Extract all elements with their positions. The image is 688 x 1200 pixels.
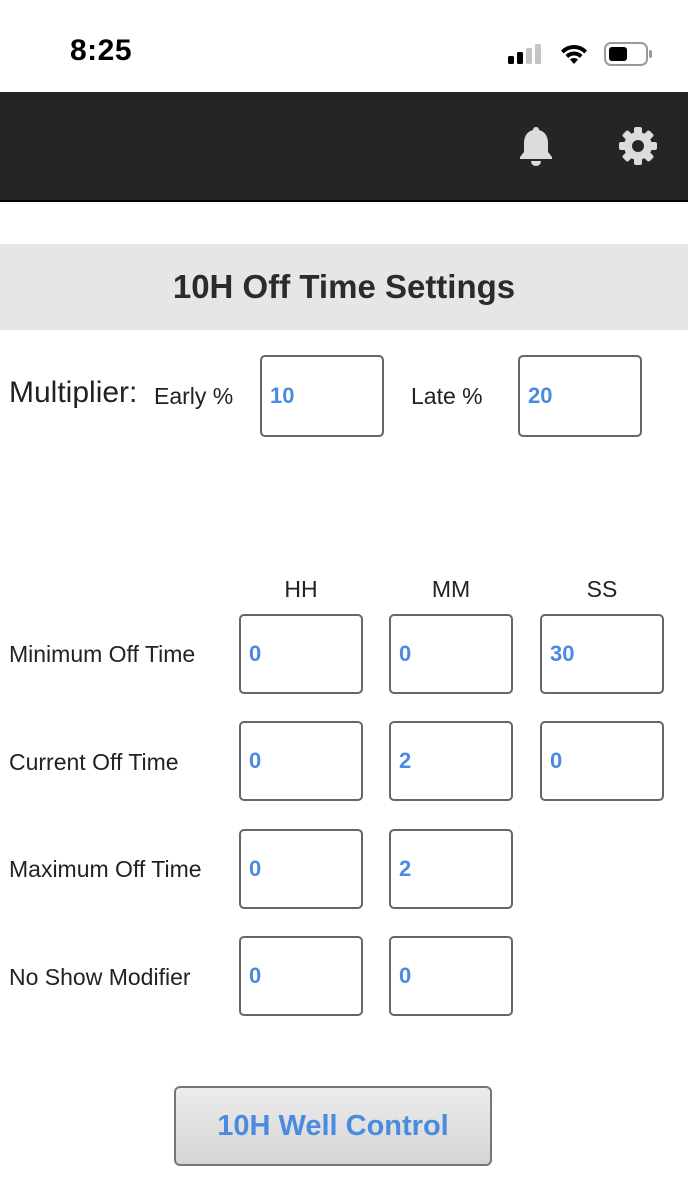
current-off-time-label: Current Off Time [9,749,179,775]
early-percent-input[interactable] [260,355,384,437]
no-show-modifier-mm-input[interactable] [389,936,513,1016]
cellular-signal-icon [508,42,544,66]
column-header-mm: MM [431,576,471,602]
early-percent-label: Early % [154,383,234,409]
multiplier-label: Multiplier: [9,376,138,409]
wifi-icon [558,42,590,66]
no-show-modifier-label: No Show Modifier [9,964,191,990]
status-icons [508,38,654,70]
status-bar: 8:25 [0,0,688,92]
well-control-button[interactable]: 10H Well Control [174,1086,492,1166]
bell-icon[interactable] [514,124,558,168]
current-off-time-ss-input[interactable] [540,721,664,801]
late-percent-label: Late % [411,383,483,409]
maximum-off-time-hh-input[interactable] [239,829,363,909]
title-band: 10H Off Time Settings [0,244,688,330]
minimum-off-time-hh-input[interactable] [239,614,363,694]
late-percent-input[interactable] [518,355,642,437]
status-time: 8:25 [70,34,133,67]
gear-icon[interactable] [616,124,660,168]
maximum-off-time-mm-input[interactable] [389,829,513,909]
battery-icon [604,41,654,67]
column-header-hh: HH [284,576,318,602]
minimum-off-time-label: Minimum Off Time [9,641,196,667]
current-off-time-mm-input[interactable] [389,721,513,801]
minimum-off-time-mm-input[interactable] [389,614,513,694]
minimum-off-time-ss-input[interactable] [540,614,664,694]
app-header [0,92,688,202]
current-off-time-hh-input[interactable] [239,721,363,801]
no-show-modifier-hh-input[interactable] [239,936,363,1016]
column-header-ss: SS [586,576,618,602]
maximum-off-time-label: Maximum Off Time [9,856,202,882]
page-title: 10H Off Time Settings [172,268,516,305]
